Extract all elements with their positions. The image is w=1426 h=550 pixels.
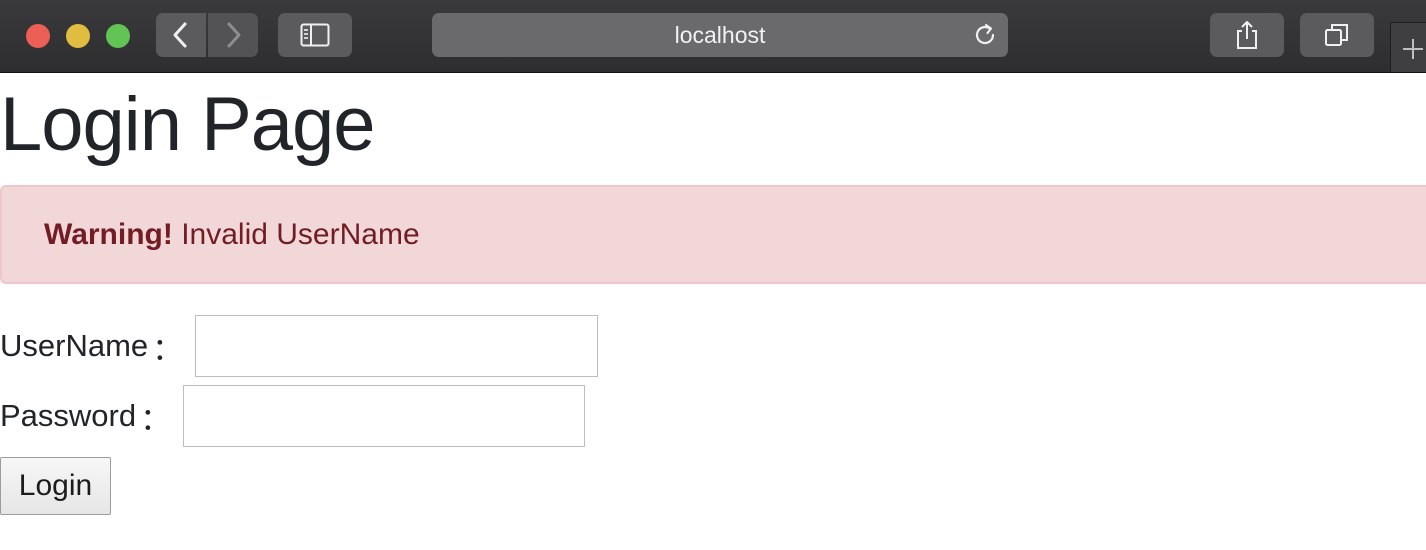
window-close-button[interactable]	[26, 24, 50, 48]
address-bar[interactable]: localhost	[432, 13, 1008, 57]
username-row: UserName ：	[0, 315, 599, 377]
password-input[interactable]	[183, 385, 586, 447]
chevron-right-icon	[227, 22, 241, 48]
tabs-overview-icon	[1325, 24, 1348, 46]
password-colon: ：	[140, 401, 172, 437]
forward-button[interactable]	[208, 13, 258, 57]
new-tab-button[interactable]	[1390, 22, 1426, 72]
alert-strong-text: Warning!	[44, 218, 173, 251]
alert-message: Invalid UserName	[172, 218, 420, 251]
share-icon	[1237, 21, 1257, 49]
username-colon: ：	[152, 331, 184, 367]
browser-toolbar: localhost	[0, 0, 1426, 73]
sidebar-toggle-button[interactable]	[278, 13, 352, 57]
username-label: UserName	[0, 328, 149, 363]
plus-icon	[1403, 39, 1423, 59]
username-input[interactable]	[195, 315, 599, 377]
page-title: Login Page	[0, 82, 376, 167]
back-button[interactable]	[156, 13, 206, 57]
warning-alert: Warning! Invalid UserName	[0, 185, 1426, 284]
login-button[interactable]: Login	[0, 457, 111, 515]
password-label: Password	[0, 398, 137, 433]
tab-overview-button[interactable]	[1300, 13, 1374, 57]
chevron-left-icon	[173, 22, 187, 48]
password-row: Password ：	[0, 385, 586, 447]
sidebar-icon	[300, 23, 330, 47]
window-maximize-button[interactable]	[106, 24, 130, 48]
reload-icon[interactable]	[972, 22, 998, 48]
window-minimize-button[interactable]	[66, 24, 90, 48]
address-text: localhost	[674, 22, 766, 48]
share-button[interactable]	[1210, 13, 1284, 57]
